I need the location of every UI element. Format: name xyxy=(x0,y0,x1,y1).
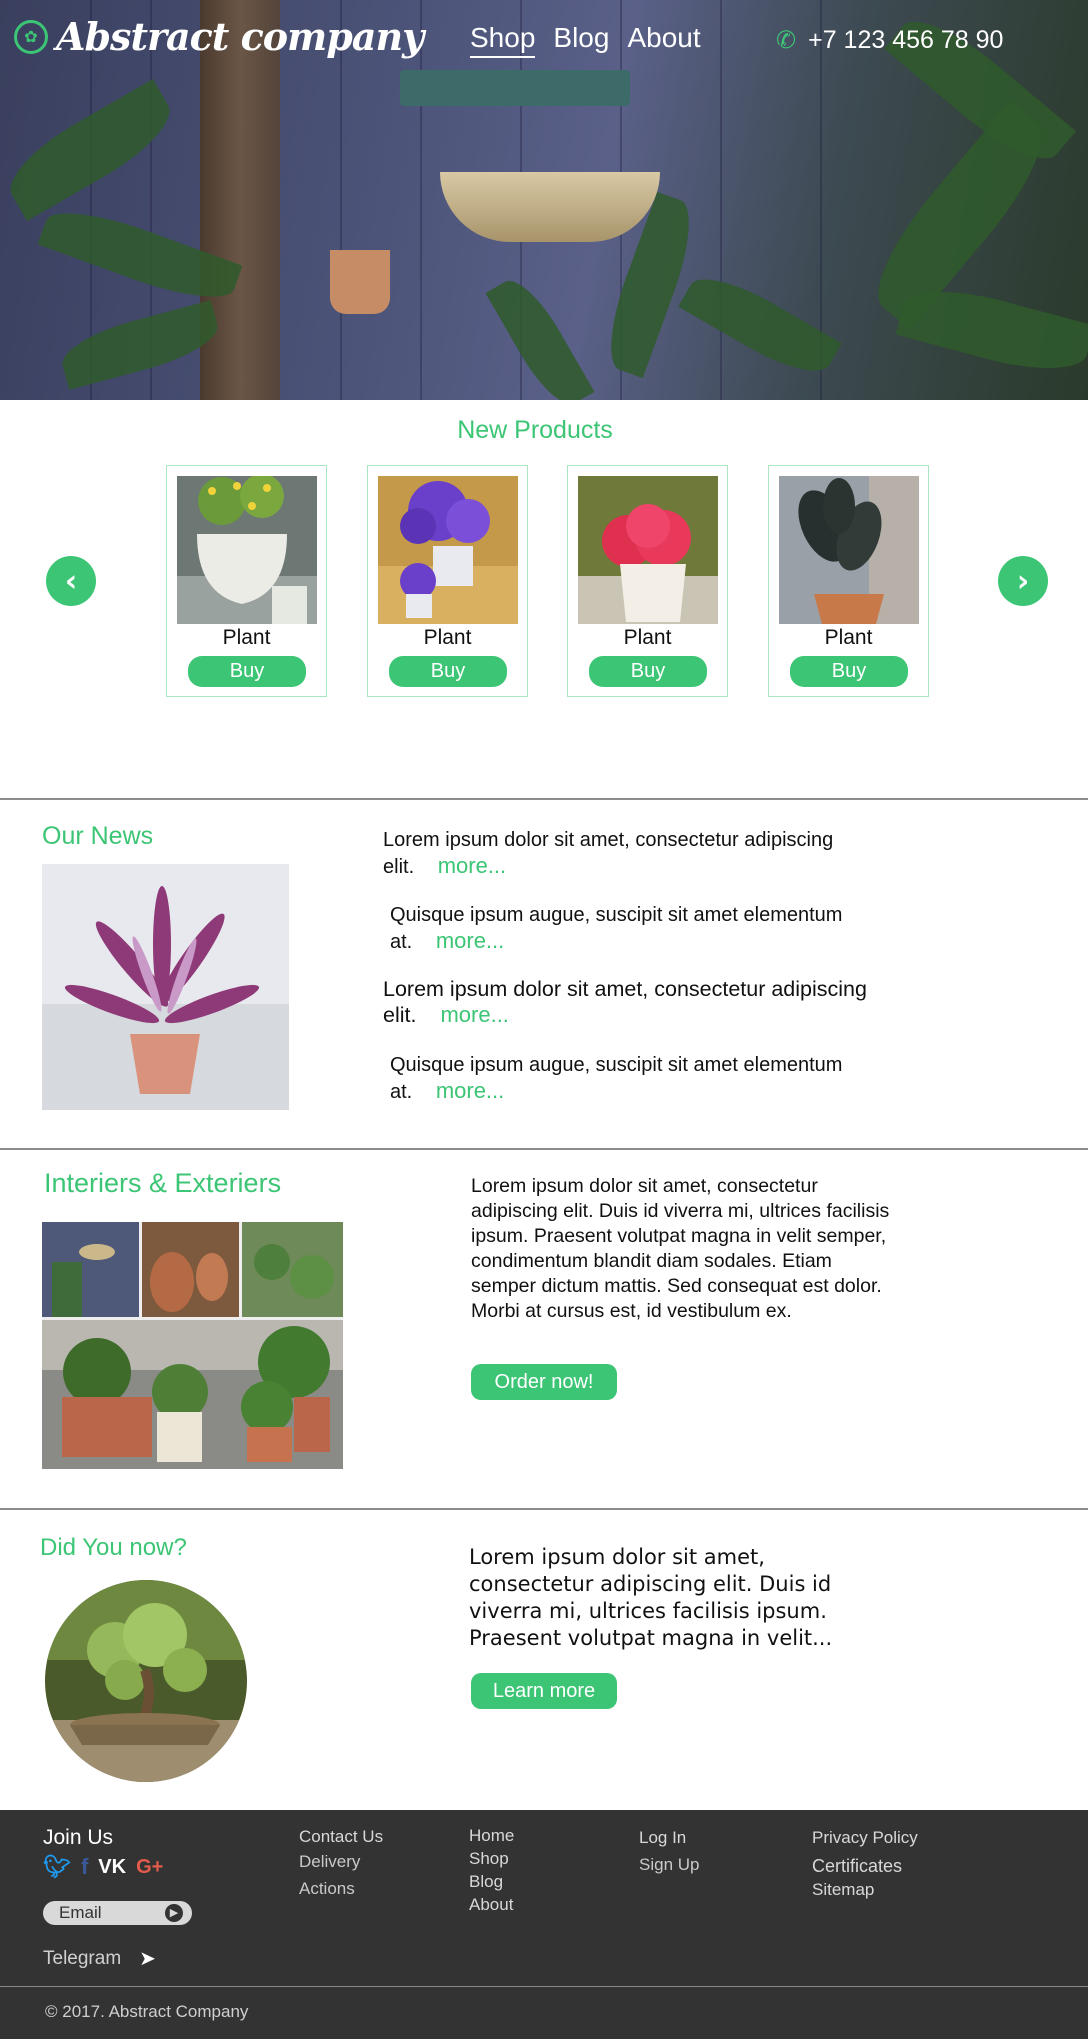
email-input[interactable]: Email ▶ xyxy=(43,1901,192,1925)
logo-text: Abstract company xyxy=(56,14,424,59)
footer: Join Us 🐦︎ f VK G+ Email ▶ Telegram ➤ Co… xyxy=(0,1810,1088,2039)
news-image xyxy=(42,864,289,1110)
footer-link[interactable]: Sitemap xyxy=(812,1876,918,1904)
join-us-label: Join Us xyxy=(43,1826,114,1849)
interiors-title: Interiers & Exteriers xyxy=(44,1168,282,1198)
telegram-link[interactable]: Telegram ➤ xyxy=(43,1946,156,1971)
product-name: Plant xyxy=(222,626,271,649)
arrow-right-icon[interactable]: ▶ xyxy=(165,1904,183,1922)
footer-link[interactable]: About xyxy=(469,1893,514,1916)
more-link[interactable]: more... xyxy=(436,1078,504,1103)
telegram-label: Telegram xyxy=(43,1947,122,1969)
interiors-text: Lorem ipsum dolor sit amet, consectetur … xyxy=(471,1175,890,1322)
footer-link[interactable]: Blog xyxy=(469,1870,514,1893)
footer-link[interactable]: Delivery xyxy=(299,1849,383,1874)
phone-contact[interactable]: ✆ +7 123 456 78 90 xyxy=(776,26,1003,55)
chevron-right-icon: › xyxy=(1016,563,1030,599)
product-image xyxy=(378,476,518,624)
product-card[interactable]: Plant Buy xyxy=(567,465,728,697)
product-name: Plant xyxy=(423,626,472,649)
footer-column-legal: Privacy Policy Certificates Sitemap xyxy=(812,1824,918,1904)
nav-blog[interactable]: Blog xyxy=(553,22,609,58)
logo[interactable]: ✿ Abstract company xyxy=(14,14,424,59)
email-placeholder: Email xyxy=(59,1903,102,1922)
order-now-button[interactable]: Order now! xyxy=(471,1364,617,1400)
footer-divider xyxy=(0,1986,1088,1987)
news-item: Quisque ipsum augue, suscipit sit amet e… xyxy=(390,903,860,955)
nav-about[interactable]: About xyxy=(627,22,700,58)
facebook-icon[interactable]: f xyxy=(81,1854,88,1880)
footer-link[interactable]: Log In xyxy=(639,1824,699,1851)
social-links: 🐦︎ f VK G+ xyxy=(43,1854,163,1880)
product-image xyxy=(177,476,317,624)
section-divider xyxy=(0,1148,1088,1150)
did-you-know-title: Did You now? xyxy=(40,1534,187,1561)
footer-column-info: Contact Us Delivery Actions xyxy=(299,1824,383,1901)
buy-button[interactable]: Buy xyxy=(790,656,908,687)
section-divider xyxy=(0,798,1088,800)
more-link[interactable]: more... xyxy=(436,928,504,953)
buy-button[interactable]: Buy xyxy=(589,656,707,687)
product-image xyxy=(779,476,919,624)
footer-column-account: Log In Sign Up xyxy=(639,1824,699,1878)
leaf-logo-icon: ✿ xyxy=(14,19,48,54)
footer-link[interactable]: Privacy Policy xyxy=(812,1824,918,1852)
news-title: Our News xyxy=(42,822,154,850)
news-item: Lorem ipsum dolor sit amet, consectetur … xyxy=(383,828,853,880)
phone-icon: ✆ xyxy=(776,27,797,54)
main-nav: Shop Blog About xyxy=(470,22,701,58)
product-name: Plant xyxy=(824,626,873,649)
more-link[interactable]: more... xyxy=(438,853,506,878)
new-products-title: New Products xyxy=(457,416,613,444)
interiors-collage-image xyxy=(42,1222,343,1469)
buy-button[interactable]: Buy xyxy=(188,656,306,687)
phone-number: +7 123 456 78 90 xyxy=(808,26,1004,54)
footer-link[interactable]: Contact Us xyxy=(299,1824,383,1849)
hero-banner xyxy=(0,0,1088,400)
paper-plane-icon: ➤ xyxy=(139,1948,156,1970)
bonsai-image xyxy=(45,1580,247,1782)
did-you-know-text: Lorem ipsum dolor sit amet, consectetur … xyxy=(469,1545,833,1650)
footer-column-nav: Home Shop Blog About xyxy=(469,1824,514,1916)
nav-shop[interactable]: Shop xyxy=(470,22,536,58)
google-plus-icon[interactable]: G+ xyxy=(136,1856,163,1879)
copyright: © 2017. Abstract Company xyxy=(45,2002,249,2021)
product-card[interactable]: Plant Buy xyxy=(166,465,327,697)
buy-button[interactable]: Buy xyxy=(389,656,507,687)
footer-link[interactable]: Home xyxy=(469,1824,514,1847)
product-card[interactable]: Plant Buy xyxy=(768,465,929,697)
footer-link[interactable]: Actions xyxy=(299,1876,383,1901)
vk-icon[interactable]: VK xyxy=(98,1856,126,1879)
carousel-prev-button[interactable]: ‹ xyxy=(46,556,96,606)
footer-link[interactable]: Sign Up xyxy=(639,1851,699,1878)
more-link[interactable]: more... xyxy=(440,1002,508,1027)
product-name: Plant xyxy=(623,626,672,649)
twitter-icon[interactable]: 🐦︎ xyxy=(43,1854,71,1880)
news-item: Quisque ipsum augue, suscipit sit amet e… xyxy=(390,1053,860,1105)
product-image xyxy=(578,476,718,624)
carousel-next-button[interactable]: › xyxy=(998,556,1048,606)
news-item: Lorem ipsum dolor sit amet, consectetur … xyxy=(383,977,873,1028)
learn-more-button[interactable]: Learn more xyxy=(471,1673,617,1709)
chevron-left-icon: ‹ xyxy=(64,563,78,599)
product-card[interactable]: Plant Buy xyxy=(367,465,528,697)
footer-link[interactable]: Shop xyxy=(469,1847,514,1870)
section-divider xyxy=(0,1508,1088,1510)
